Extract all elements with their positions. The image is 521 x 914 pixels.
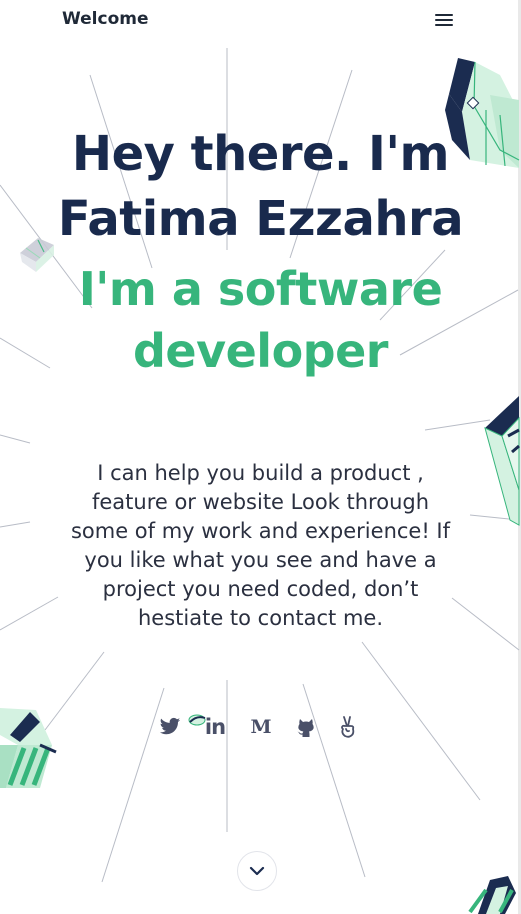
intro-paragraph: I can help you build a product , feature…: [40, 459, 481, 633]
brand-title[interactable]: Welcome: [62, 9, 149, 29]
intro-line: some of my work and experience! If: [70, 519, 451, 543]
medium-icon: M: [250, 716, 272, 738]
twitter-icon: [159, 717, 181, 735]
linkedin-icon: in: [204, 715, 226, 739]
hero-role-line1: I'm a software: [78, 262, 443, 316]
github-link[interactable]: [292, 712, 320, 742]
scroll-down-button[interactable]: [237, 851, 277, 891]
angellist-link[interactable]: [334, 712, 362, 742]
twitter-link[interactable]: [156, 712, 184, 742]
menu-bar-3: [435, 24, 453, 26]
hero-greeting-line2: Fatima Ezzahra: [57, 191, 464, 247]
intro-line: you like what you see and have a: [84, 548, 437, 572]
medium-link[interactable]: M: [247, 712, 275, 742]
menu-bar-1: [435, 14, 453, 16]
intro-line: I can help you build a product ,: [97, 461, 424, 485]
angellist-icon: [341, 716, 355, 738]
menu-bar-2: [435, 19, 453, 21]
hero-greeting-line1: Hey there. I'm: [71, 126, 450, 182]
intro-line: feature or website Look through: [91, 490, 430, 514]
github-icon: [297, 719, 314, 737]
chevron-down-icon: [249, 866, 265, 876]
intro-line: project you need coded, don’t: [102, 577, 419, 601]
intro-line: hestiate to contact me.: [137, 606, 383, 630]
top-nav: Welcome: [0, 0, 521, 40]
hamburger-menu-icon[interactable]: [432, 10, 456, 30]
social-links: in M: [0, 712, 521, 742]
hero-role-line2: developer: [133, 324, 389, 378]
linkedin-link[interactable]: in: [201, 712, 229, 742]
